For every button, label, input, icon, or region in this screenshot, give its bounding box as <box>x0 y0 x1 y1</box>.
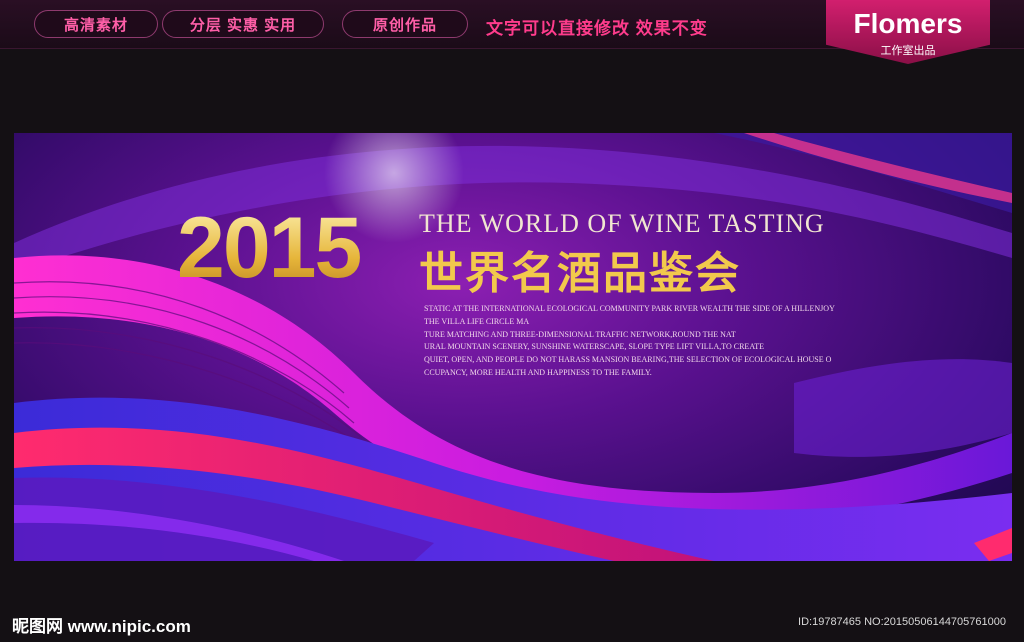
banner-english-title: THE WORLD OF WINE TASTING <box>419 209 825 238</box>
description-line: STATIC AT THE INTERNATIONAL ECOLOGICAL C… <box>424 304 835 313</box>
logo-subtitle: 工作室出品 <box>880 45 936 57</box>
banner-description: STATIC AT THE INTERNATIONAL ECOLOGICAL C… <box>424 303 914 380</box>
description-line: THE VILLA LIFE CIRCLE MA <box>424 316 530 326</box>
logo-title: Flomers <box>853 8 963 39</box>
wine-tasting-banner: 2015 THE WORLD OF WINE TASTING 世界名酒品鉴会 S… <box>14 133 1012 561</box>
description-line: URAL MOUNTAIN SCENERY, SUNSHINE WATERSCA… <box>424 342 764 352</box>
image-id-label: ID:19787465 NO:20150506144705761000 <box>798 616 1006 628</box>
editable-text-slogan: 文字可以直接修改 效果不变 <box>486 19 708 38</box>
studio-logo: Flomers 工作室出品 <box>826 0 990 64</box>
banner-chinese-title: 世界名酒品鉴会 <box>419 248 741 299</box>
description-line: QUIET, OPEN, AND PEOPLE DO NOT HARASS MA… <box>424 355 832 365</box>
site-watermark: 昵图网 www.nipic.com <box>12 617 191 636</box>
description-line: TURE MATCHING AND THREE-DIMENSIONAL TRAF… <box>424 329 736 339</box>
banner-year: 2015 <box>177 200 362 296</box>
tag-original-work: 原创作品 <box>342 10 468 38</box>
description-line: CCUPANCY, MORE HEALTH AND HAPPINESS TO T… <box>424 367 652 377</box>
tag-hd-material: 高清素材 <box>34 10 158 38</box>
tag-layered-practical: 分层 实惠 实用 <box>162 10 324 38</box>
